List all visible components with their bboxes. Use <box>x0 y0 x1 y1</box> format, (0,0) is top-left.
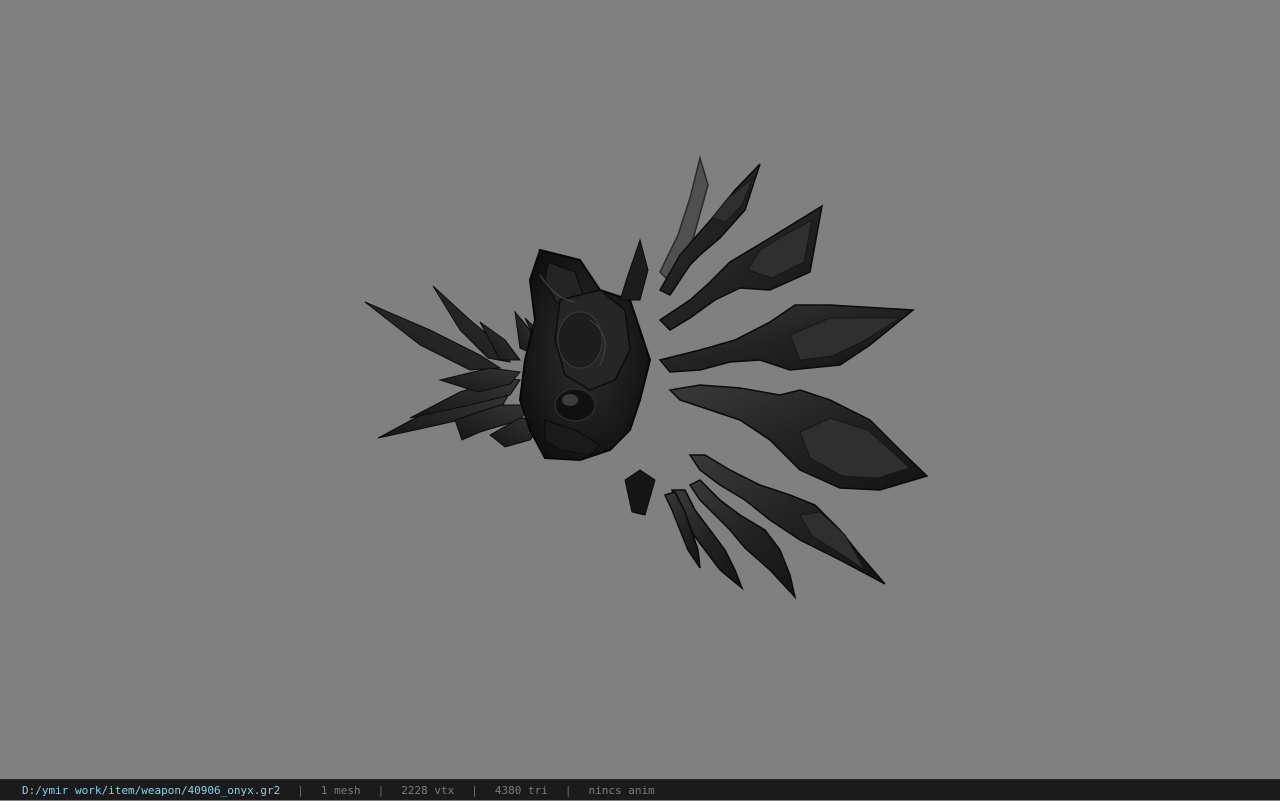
weapon-model[interactable] <box>0 0 1280 779</box>
separator: | <box>564 783 572 797</box>
3d-viewport[interactable] <box>0 0 1280 779</box>
left-spikes <box>364 285 549 448</box>
file-path-label: D:/ymir work/item/weapon/40906_onyx.gr2 <box>22 783 281 797</box>
separator: | <box>297 783 304 797</box>
right-blades <box>658 163 929 600</box>
weapon-core <box>518 238 656 516</box>
triangle-count-label: 4380 tri <box>494 783 548 797</box>
separator: | <box>377 783 385 797</box>
separator: | <box>471 783 478 797</box>
status-bar: D:/ymir work/item/weapon/40906_onyx.gr2 … <box>0 779 1280 800</box>
mesh-count-label: 1 mesh <box>320 783 361 797</box>
animation-status-label: nincs anim <box>588 783 655 797</box>
vertex-count-label: 2228 vtx <box>401 783 455 797</box>
